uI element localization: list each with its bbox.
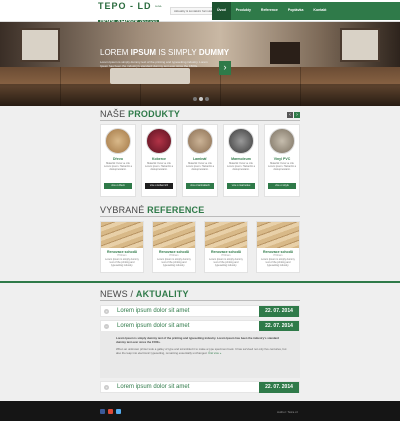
logo-text: TEPO bbox=[98, 1, 127, 11]
chevron-left-icon: ‹ bbox=[289, 112, 291, 118]
slide-dot-active[interactable] bbox=[199, 97, 203, 101]
news-title[interactable]: Lorem ipsum dolor sit amet bbox=[117, 384, 189, 390]
product-image[interactable] bbox=[228, 128, 254, 154]
product-image[interactable] bbox=[269, 128, 295, 154]
hero-text: Lorem Ipsum is simply dummy text of the … bbox=[100, 60, 208, 68]
slide-dot[interactable] bbox=[205, 97, 209, 101]
chevron-right-icon: › bbox=[223, 62, 227, 72]
nav-item-poptavka[interactable]: Poptávka bbox=[282, 2, 309, 20]
reference-desc: Lorem Ipsum is simply dummy text of the … bbox=[157, 258, 191, 268]
product-image[interactable] bbox=[105, 128, 131, 154]
news-text: When an unknown printer took a galley of… bbox=[116, 347, 287, 355]
product-image[interactable] bbox=[146, 128, 172, 154]
product-more-button[interactable]: více o laminátech bbox=[186, 183, 214, 189]
product-card: Dřevo Materiál: Kvas ve cíle Lorem ipsum… bbox=[100, 124, 136, 197]
nav-item-reference[interactable]: Reference bbox=[255, 2, 283, 20]
hero-image-window bbox=[340, 28, 380, 62]
product-card: Lamináť Materiál: Kvas ve cíle Lorem ips… bbox=[182, 124, 218, 197]
hero-pagination bbox=[193, 97, 209, 101]
news-title[interactable]: Lorem ipsum dolor sit amet bbox=[117, 323, 189, 329]
product-card: Koberce Materiál: Kvas ve cíle Lorem ips… bbox=[141, 124, 177, 197]
product-desc: Materiál: Kvas ve cíle Lorem ipsum. Haza… bbox=[185, 162, 215, 172]
news-heading: NEWS / AKTUALITY bbox=[100, 289, 189, 299]
divider bbox=[100, 216, 300, 217]
news-date: 22. 07. 2014 bbox=[259, 382, 299, 393]
google-plus-icon[interactable] bbox=[108, 409, 113, 414]
hero-overlay bbox=[0, 84, 400, 106]
news-item[interactable]: + Lorem ipsum dolor sit amet 22. 07. 201… bbox=[100, 381, 300, 393]
hero-title: LOREM IPSUM IS SIMPLY DUMMY bbox=[100, 48, 230, 57]
hero-image-fireplace bbox=[270, 42, 300, 64]
logo-separator: - bbox=[130, 1, 135, 11]
reference-desc: Lorem Ipsum is simply dummy text of the … bbox=[209, 258, 243, 268]
news-lead: Lorem Ipsum is simply dummy text of the … bbox=[116, 336, 280, 344]
reference-desc: Lorem Ipsum is simply dummy text of the … bbox=[261, 258, 295, 268]
reference-image[interactable] bbox=[101, 222, 143, 248]
logo-text-2: LD bbox=[137, 1, 152, 11]
reference-image[interactable] bbox=[205, 222, 247, 248]
product-desc: Materiál: Kvas ve cíle Lorem ipsum. Haza… bbox=[144, 162, 174, 172]
product-more-button[interactable]: více o kobercích bbox=[145, 183, 173, 189]
hero-image-sofa bbox=[110, 68, 190, 84]
main-nav: Úvod Produkty Reference Poptávka Kontakt bbox=[212, 2, 332, 20]
product-more-button[interactable]: více o marmoleu bbox=[227, 183, 255, 189]
divider bbox=[100, 120, 300, 121]
twitter-icon[interactable] bbox=[116, 409, 121, 414]
product-more-button[interactable]: více o vinylu bbox=[268, 183, 296, 189]
slide-dot[interactable] bbox=[193, 97, 197, 101]
hero-next-button[interactable]: › bbox=[219, 61, 231, 75]
product-desc: Materiál: Kvas ve cíle Lorem ipsum. Haza… bbox=[226, 162, 256, 172]
expand-icon[interactable]: + bbox=[104, 309, 109, 314]
product-desc: Materiál: Kvas ve cíle Lorem ipsum. Haza… bbox=[103, 162, 133, 172]
reference-card[interactable]: Renovace schodů Příbram Lorem Ipsum is s… bbox=[152, 221, 196, 273]
logo[interactable]: TEPO - LD s.r.o. PODLAHOVÝ design bbox=[98, 1, 163, 27]
product-image[interactable] bbox=[187, 128, 213, 154]
section-divider bbox=[0, 281, 400, 283]
news-title[interactable]: Lorem ipsum dolor sit amet bbox=[117, 308, 189, 314]
reference-card[interactable]: Renovace schodů Příbram Lorem Ipsum is s… bbox=[100, 221, 144, 273]
reference-image[interactable] bbox=[153, 222, 195, 248]
site-footer: Author: Tetra.cz bbox=[0, 401, 400, 421]
logo-suffix: s.r.o. bbox=[155, 4, 163, 8]
products-heading: NAŠE PRODUKTY bbox=[100, 109, 181, 119]
news-item[interactable]: + Lorem ipsum dolor sit amet 22. 07. 201… bbox=[100, 305, 300, 317]
products-next-button[interactable]: › bbox=[294, 112, 300, 118]
news-date: 22. 07. 2014 bbox=[259, 306, 299, 317]
product-card: Marmoleum Materiál: Kvas ve cíle Lorem i… bbox=[223, 124, 259, 197]
collapse-icon[interactable]: − bbox=[104, 324, 109, 329]
nav-item-uvod[interactable]: Úvod bbox=[212, 2, 231, 20]
read-more-link[interactable]: Číst více » bbox=[208, 351, 221, 355]
products-prev-button[interactable]: ‹ bbox=[287, 112, 293, 118]
product-more-button[interactable]: více o dřevě bbox=[104, 183, 132, 189]
references-heading: VYBRANÉ REFERENCE bbox=[100, 205, 205, 215]
reference-card[interactable]: Renovace schodů Příbram Lorem Ipsum is s… bbox=[204, 221, 248, 273]
chevron-right-icon: › bbox=[296, 112, 298, 118]
reference-image[interactable] bbox=[257, 222, 299, 248]
expand-icon[interactable]: + bbox=[104, 385, 109, 390]
divider bbox=[100, 300, 300, 301]
reference-desc: Lorem Ipsum is simply dummy text of the … bbox=[105, 258, 139, 268]
reference-card[interactable]: Renovace schodů Příbram Lorem Ipsum is s… bbox=[256, 221, 300, 273]
nav-item-kontakt[interactable]: Kontakt bbox=[308, 2, 332, 20]
footer-author-link[interactable]: Author: Tetra.cz bbox=[277, 410, 298, 414]
news-expanded-body: Lorem Ipsum is simply dummy text of the … bbox=[100, 331, 300, 378]
product-desc: Materiál: Kvas ve cíle Lorem ipsum. Haza… bbox=[267, 162, 297, 172]
facebook-icon[interactable] bbox=[100, 409, 105, 414]
header-tagline[interactable]: Aktuality & kontaktní formulář bbox=[170, 7, 218, 15]
nav-item-produkty[interactable]: Produkty bbox=[230, 2, 256, 20]
product-card: Vinyl PVC Materiál: Kvas ve cíle Lorem i… bbox=[264, 124, 300, 197]
hero-image-window bbox=[20, 28, 60, 62]
